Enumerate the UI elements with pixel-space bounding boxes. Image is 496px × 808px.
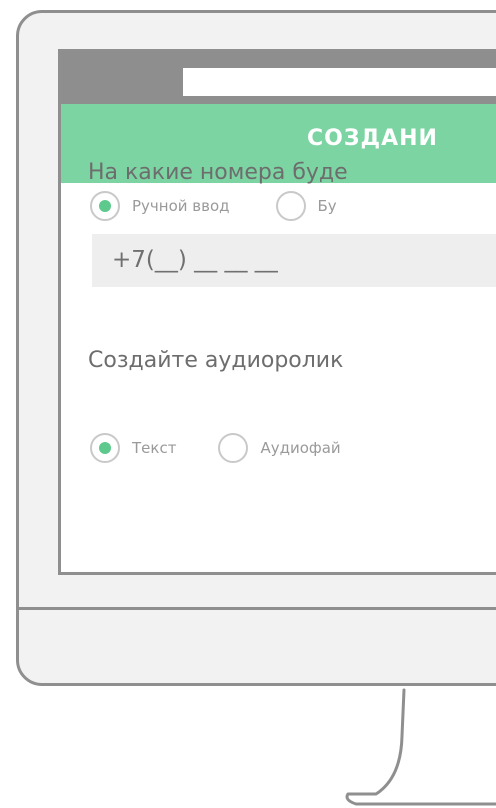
monitor-illustration: СОЗДАНИ На какие номера буде Ручной ввод…: [0, 0, 496, 808]
monitor-stand: [345, 688, 496, 806]
stand-outline: [345, 688, 496, 806]
